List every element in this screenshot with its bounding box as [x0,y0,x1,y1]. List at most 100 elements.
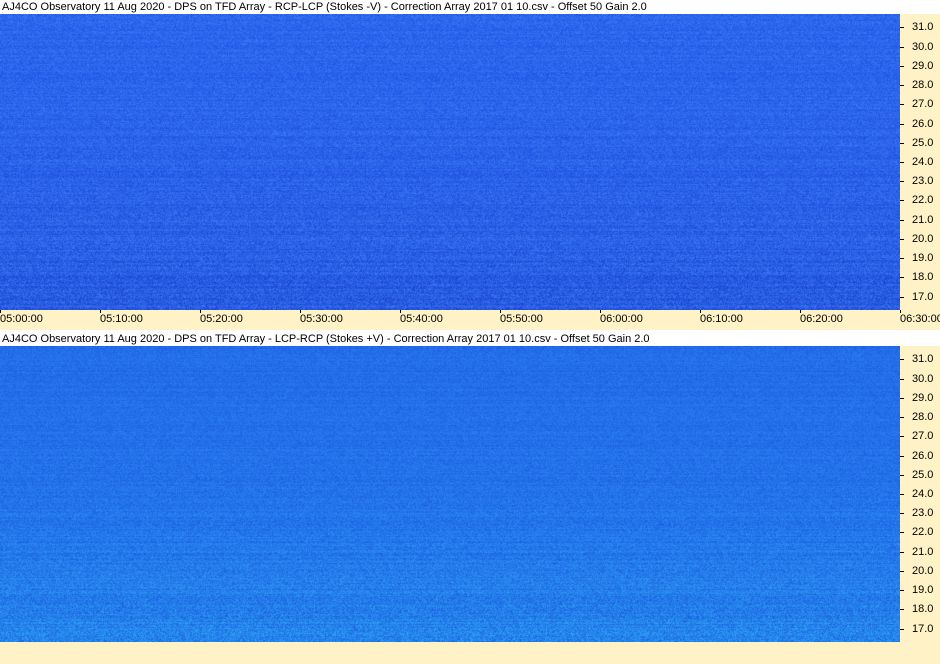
x-tick-label: 05:40:00 [400,313,443,325]
y-tick-mark [900,296,904,298]
y-tick-mark [900,258,904,260]
y-tick-mark [900,532,904,534]
y-tick: 25.0 [900,469,940,481]
y-tick-mark [900,65,904,67]
y-tick: 29.0 [900,60,940,72]
y-tick-label: 28.0 [912,79,934,92]
y-tick: 19.0 [900,252,940,264]
x-tick-label: 05:50:00 [500,313,543,325]
y-tick-mark [900,104,904,106]
y-tick: 24.0 [900,156,940,168]
y-tick-label: 19.0 [912,252,934,265]
y-tick-label: 29.0 [912,59,934,72]
y-tick-label: 31.0 [912,353,934,366]
y-tick-mark [900,46,904,48]
x-tick: 06:00:00 [600,310,660,330]
y-tick-mark [900,494,904,495]
y-tick: 28.0 [900,411,940,423]
y-tick-mark [900,551,904,553]
y-tick: 31.0 [900,353,940,365]
y-tick-label: 19.0 [912,584,934,597]
y-tick-mark [900,570,904,572]
y-tick-mark [900,123,904,125]
x-tick: 05:10:00 [100,310,160,330]
y-tick: 21.0 [900,546,940,558]
y-tick-label: 24.0 [912,488,934,500]
chart-title-top: AJ4CO Observatory 11 Aug 2020 - DPS on T… [0,0,940,14]
x-tick-label: 05:00:00 [0,313,43,325]
y-tick-label: 20.0 [912,232,934,245]
y-tick-mark [900,628,904,630]
y-tick-label: 21.0 [912,545,934,558]
y-tick: 28.0 [900,79,940,91]
spectrogram-bottom [0,346,900,642]
y-tick: 25.0 [900,137,940,149]
y-tick: 23.0 [900,507,940,519]
x-tick-label: 06:20:00 [800,313,843,325]
y-tick-mark [900,378,904,380]
y-tick: 31.0 [900,21,940,33]
y-tick: 26.0 [900,118,940,130]
y-tick: 29.0 [900,392,940,404]
spectrogram-canvas-top [0,14,900,310]
x-tick-label: 06:10:00 [700,313,743,325]
y-tick-label: 25.0 [912,136,934,149]
x-tick: 05:00:00 [0,310,60,330]
x-tick: 06:10:00 [700,310,760,330]
y-tick: 20.0 [900,565,940,577]
y-tick-mark [900,609,904,611]
y-tick-label: 23.0 [912,507,934,520]
y-tick-label: 28.0 [912,411,934,424]
y-tick-label: 22.0 [912,194,934,207]
y-tick-mark [900,359,904,361]
y-tick-label: 29.0 [912,391,934,404]
y-tick: 26.0 [900,450,940,462]
y-tick: 20.0 [900,233,940,245]
y-tick: 22.0 [900,526,940,538]
y-tick: 19.0 [900,584,940,596]
y-tick: 24.0 [900,488,940,500]
x-tick: 06:30:00 [900,310,940,330]
y-tick-mark [900,590,904,592]
y-tick-mark [900,397,904,399]
y-tick-label: 31.0 [912,21,934,34]
y-tick-label: 27.0 [912,98,934,111]
y-tick-mark [900,238,904,240]
x-tick: 05:40:00 [400,310,460,330]
y-tick: 30.0 [900,41,940,53]
x-tick-label: 05:20:00 [200,313,243,325]
y-tick-mark [900,455,904,457]
y-tick-label: 17.0 [912,290,934,303]
y-tick: 18.0 [900,271,940,283]
y-tick-label: 30.0 [912,40,934,53]
x-tick-label: 06:00:00 [600,313,643,325]
chart-title-bottom: AJ4CO Observatory 11 Aug 2020 - DPS on T… [0,332,940,346]
y-tick-mark [900,417,904,419]
x-tick-label: 06:30:00 [900,313,940,325]
y-tick: 18.0 [900,603,940,615]
y-tick-label: 22.0 [912,526,934,539]
y-tick-mark [900,85,904,87]
y-tick-label: 24.0 [912,156,934,168]
y-tick-mark [900,277,904,279]
y-tick-mark [900,142,904,144]
y-tick-label: 17.0 [912,622,934,635]
y-tick: 30.0 [900,373,940,385]
y-tick-mark [900,200,904,202]
y-tick-label: 26.0 [912,117,934,130]
spectrogram-canvas-bottom [0,346,900,642]
y-tick-mark [900,474,904,476]
y-tick-label: 21.0 [912,213,934,226]
x-axis-top: 05:00:00 05:10:00 05:20:00 05:30:00 05:40:00… [0,310,940,330]
y-tick: 17.0 [900,623,940,635]
y-tick-label: 27.0 [912,430,934,443]
y-tick-mark [900,219,904,221]
y-tick-label: 25.0 [912,468,934,481]
y-tick-mark [900,162,904,163]
y-tick: 27.0 [900,98,940,110]
y-tick-mark [900,513,904,515]
y-axis-bottom: 31.0 30.0 29.0 28.0 27.0 26.0 25.0 24.0 23.0 22.0… [900,346,940,642]
y-tick-label: 18.0 [912,271,934,284]
x-tick: 05:30:00 [300,310,360,330]
y-tick: 17.0 [900,291,940,303]
